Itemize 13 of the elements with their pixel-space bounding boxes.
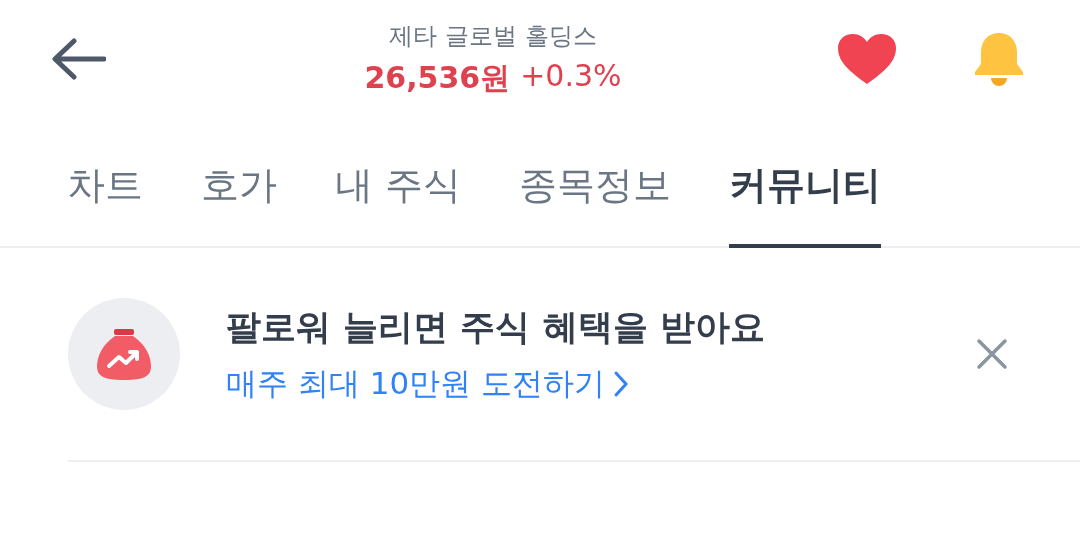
tab[interactable]: 커뮤니티: [729, 118, 882, 248]
price-change: +0.3%: [520, 57, 622, 95]
tab[interactable]: 내 주식: [335, 118, 462, 248]
challenge-link[interactable]: 매주 최대 10만원 도전하기: [226, 362, 976, 405]
chevron-icon: [613, 369, 629, 398]
tab[interactable]: 호가: [201, 118, 277, 248]
heart-icon[interactable]: [836, 32, 898, 86]
banner-title: 팔로워 늘리면 주식 혜택을 받아요: [226, 305, 766, 349]
close-icon[interactable]: [976, 338, 1008, 370]
tab[interactable]: 종목정보: [519, 118, 672, 248]
tab[interactable]: 차트: [67, 118, 143, 248]
stock-name: 제타 글로벌 홀딩스: [389, 20, 597, 52]
stock-price: 26,536원: [364, 58, 511, 97]
